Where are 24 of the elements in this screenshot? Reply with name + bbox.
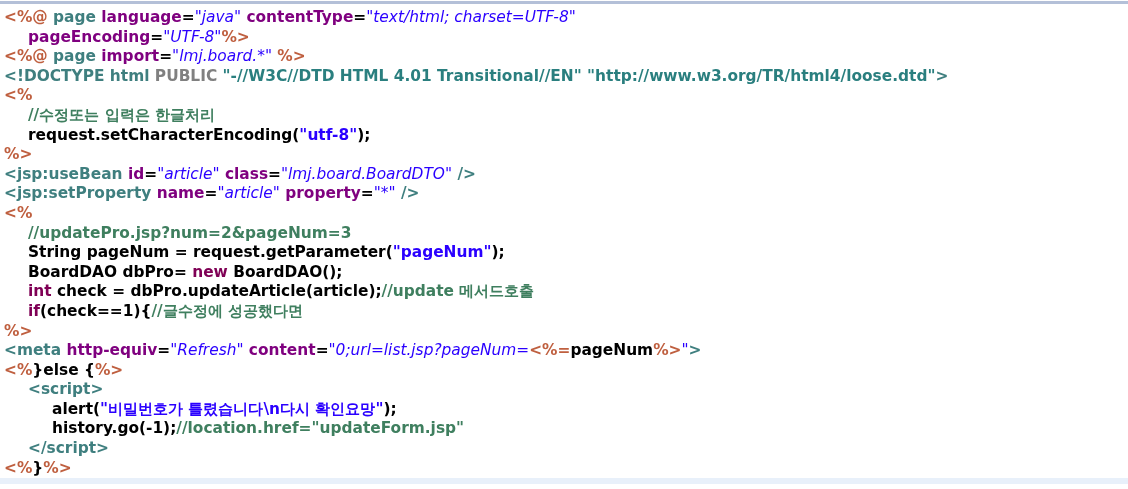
code-line: int check = dbPro.updateArticle(article);//update 메서드호출 [27, 282, 535, 302]
code-line: //updatePro.jsp?num=2&pageNum=3 [27, 223, 352, 244]
code-line: history.go(-1);//location.href="updateForm.jsp" [51, 419, 465, 440]
code-line: <%}%> [4, 458, 72, 479]
code-line: <!DOCTYPE html PUBLIC "-//W3C//DTD HTML 4.01 Transitional//EN" "http://www.w3.org/TR/html4/loose.dtd"> [4, 66, 949, 87]
code-line: </script> [27, 439, 109, 459]
code-line: request.setCharacterEncoding("utf-8"); [27, 125, 371, 146]
code-line: //수정또는 입력은 한글처리 [27, 105, 215, 126]
code-line: <% [4, 86, 33, 106]
code-line: <meta http-equiv="Refresh" content="0;url=list.jsp?pageNum=<%=pageNum%>"> [4, 341, 702, 361]
code-line: BoardDAO dbPro= new BoardDAO(); [27, 262, 343, 283]
code-line: <% [4, 203, 33, 224]
code-line: %> [4, 145, 33, 165]
code-line: <jsp:useBean id="article" class="lmj.board.BoardDTO" /> [4, 164, 476, 185]
code-line: %> [4, 321, 33, 342]
code-line: alert("비밀번호가 틀렸습니다\n다시 확인요망"); [51, 399, 397, 420]
code-line: <%}else {%> [4, 360, 124, 381]
code-line: <%@ page language="java" contentType="text/html; charset=UTF-8" [4, 8, 576, 28]
code-line: String pageNum = request.getParameter("pageNum"); [27, 243, 505, 263]
code-line: pageEncoding="UTF-8"%> [27, 27, 250, 48]
code-line: <jsp:setProperty name="article" property="*" /> [4, 184, 420, 204]
code-line: <script> [27, 380, 104, 400]
code-line: <%@ page import="lmj.board.*" %> [4, 47, 306, 67]
code-line: if(check==1){//글수정에 성공했다면 [27, 301, 303, 322]
